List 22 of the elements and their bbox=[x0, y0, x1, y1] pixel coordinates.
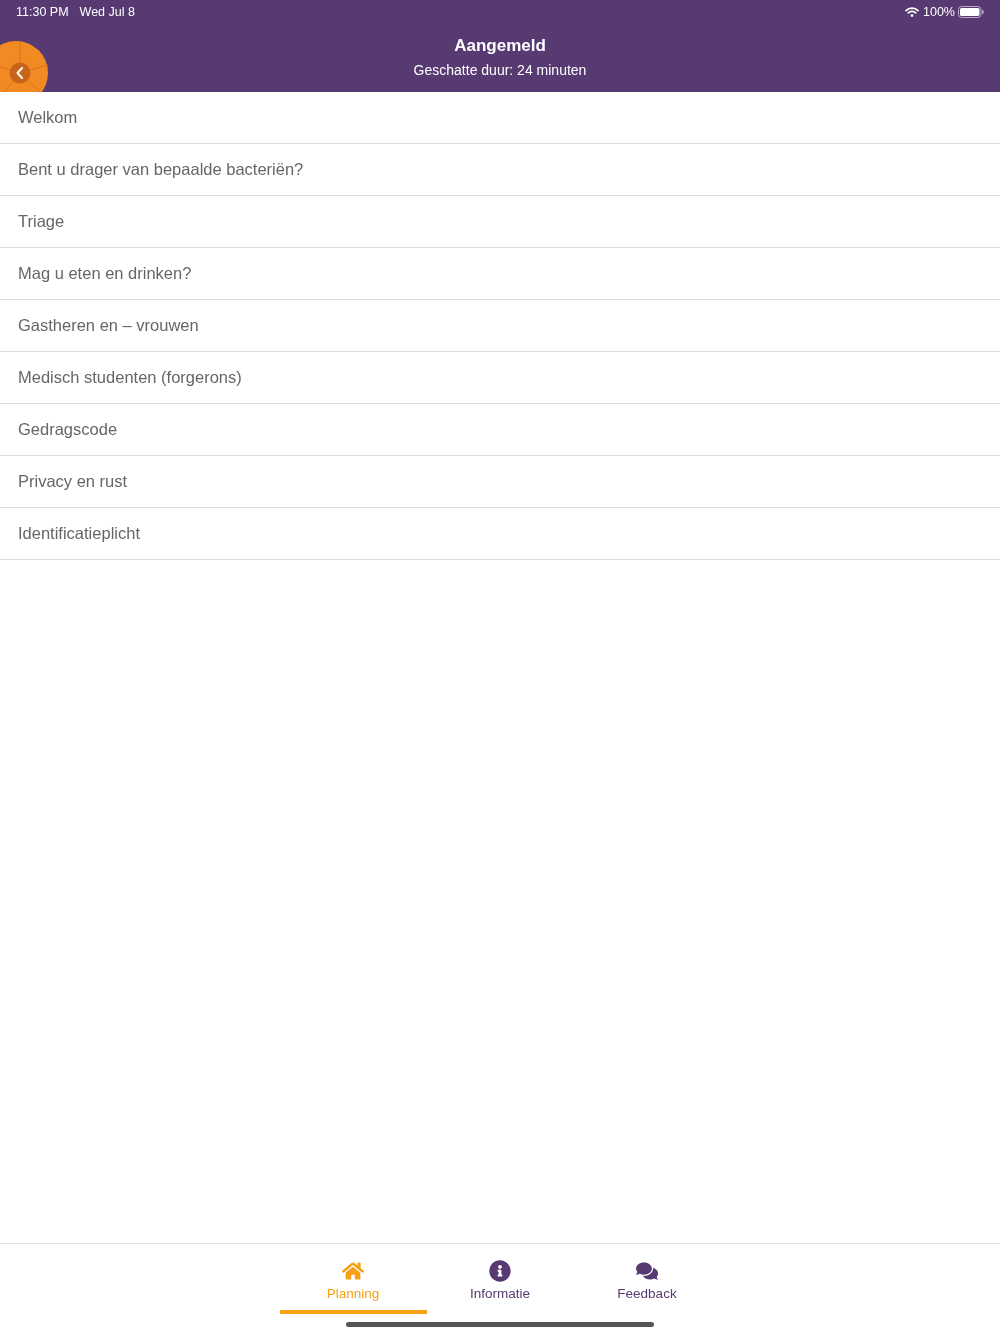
menu-item[interactable]: Privacy en rust bbox=[0, 456, 1000, 508]
tab[interactable]: Informatie bbox=[426, 1256, 574, 1314]
status-time: 11:30 PM bbox=[16, 5, 69, 19]
battery-icon bbox=[958, 6, 984, 18]
home-icon bbox=[342, 1260, 364, 1282]
info-icon bbox=[489, 1260, 511, 1282]
battery-percentage: 100% bbox=[923, 5, 955, 19]
chat-bubbles-icon bbox=[636, 1260, 658, 1282]
menu-item[interactable]: Medisch studenten (forgerons) bbox=[0, 352, 1000, 404]
menu-item[interactable]: Gastheren en – vrouwen bbox=[0, 300, 1000, 352]
screen-title: Aangemeld bbox=[454, 35, 546, 57]
menu-item[interactable]: Welkom bbox=[0, 92, 1000, 144]
screen-subtitle: Geschatte duur: 24 minuten bbox=[413, 61, 587, 80]
menu-item[interactable]: Identificatieplicht bbox=[0, 508, 1000, 560]
menu-item[interactable]: Bent u drager van bepaalde bacteriën? bbox=[0, 144, 1000, 196]
menu-item[interactable]: Gedragscode bbox=[0, 404, 1000, 456]
tab[interactable]: Feedback bbox=[573, 1256, 721, 1314]
menu-item[interactable]: Triage bbox=[0, 196, 1000, 248]
menu-item[interactable]: Mag u eten en drinken? bbox=[0, 248, 1000, 300]
status-date: Wed Jul 8 bbox=[79, 5, 135, 19]
back-button[interactable] bbox=[0, 41, 49, 92]
wifi-icon bbox=[905, 7, 919, 17]
